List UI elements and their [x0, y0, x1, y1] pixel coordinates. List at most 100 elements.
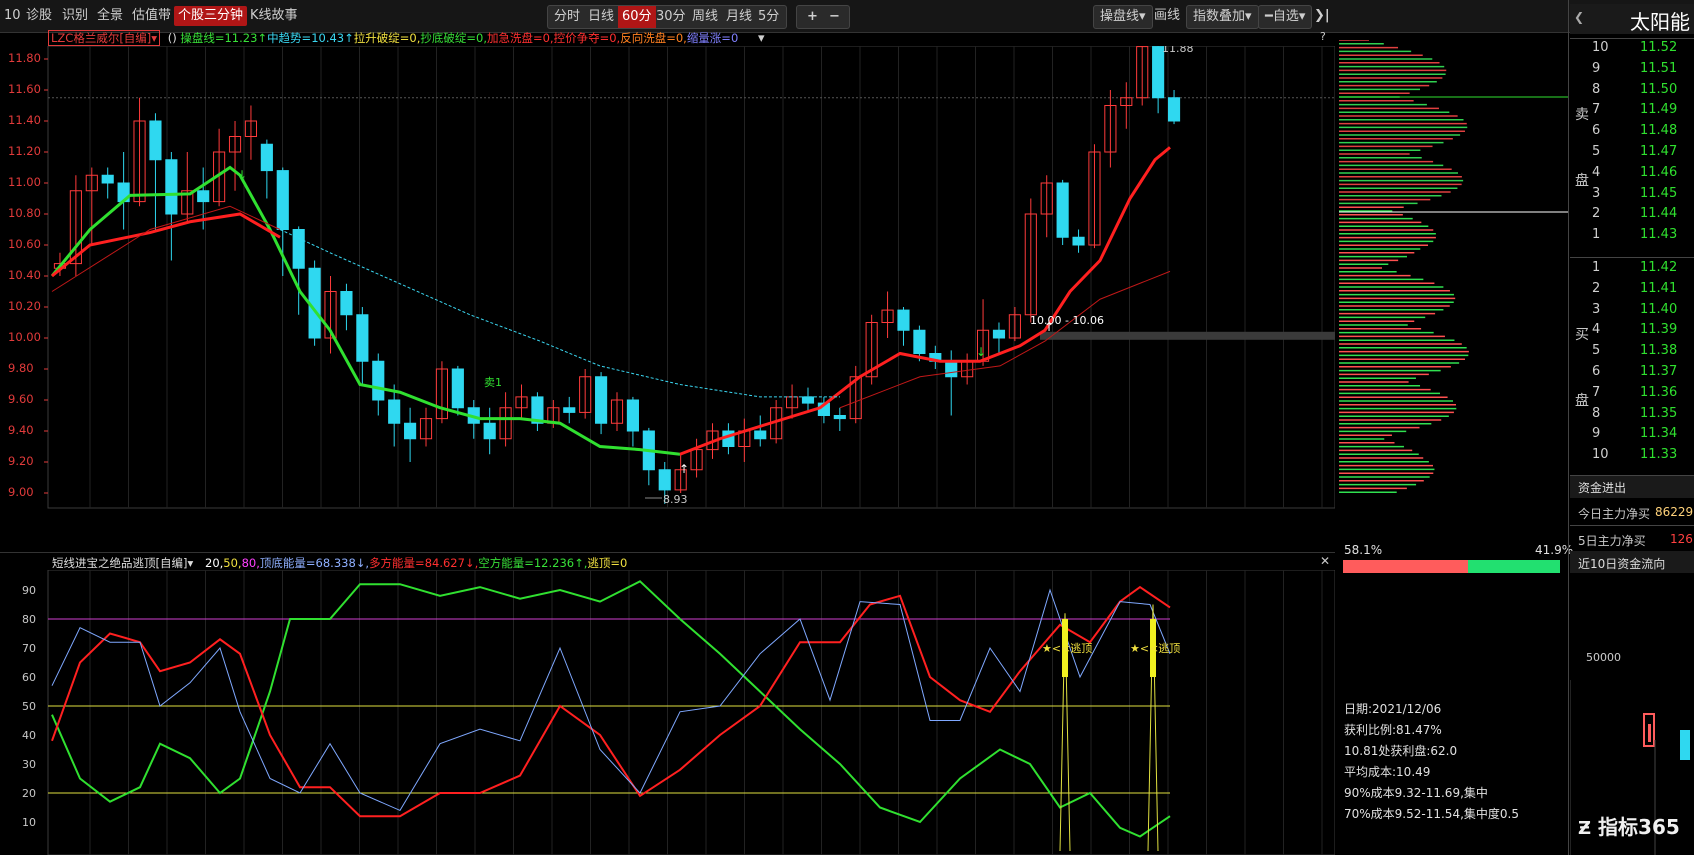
- tb-identify[interactable]: 识别: [58, 6, 92, 26]
- sell-label-2: 盘: [1575, 173, 1589, 189]
- indicator-selector[interactable]: LZC格兰威尔[自编]▾: [48, 30, 161, 46]
- candle-body: [897, 309, 910, 331]
- long-energy-line: [51, 585, 1171, 818]
- ask-row[interactable]: 5 11.47: [1592, 141, 1694, 163]
- sub-tick: 30: [22, 758, 36, 771]
- candle-body: [1167, 97, 1181, 122]
- bid-row[interactable]: 9 11.34: [1592, 423, 1694, 445]
- candles: [53, 46, 1181, 504]
- ask-row[interactable]: 4 11.46: [1592, 162, 1694, 184]
- zoom-in-button[interactable]: +: [803, 6, 822, 28]
- bid-row[interactable]: 2 11.41: [1592, 278, 1694, 300]
- chip-info-line: 10.81处获利盘:62.0: [1344, 744, 1458, 758]
- bid-row[interactable]: 1 11.42: [1592, 257, 1694, 279]
- draw-line-button[interactable]: 画线: [1150, 6, 1184, 26]
- ten-day-title: 近10日资金流向: [1578, 557, 1666, 571]
- ask-row[interactable]: 2 11.44: [1592, 203, 1694, 225]
- level-price: 11.42: [1640, 260, 1678, 275]
- today-main-label: 今日主力净买: [1578, 507, 1651, 521]
- candle-body: [626, 399, 639, 432]
- ask-row[interactable]: 8 11.50: [1592, 79, 1694, 101]
- legend-item-7: 缩量涨=0: [686, 31, 739, 45]
- watchlist-dropdown[interactable]: ━自选▾: [1258, 5, 1313, 29]
- ask-row[interactable]: 3 11.45: [1592, 183, 1694, 205]
- ask-row[interactable]: 7 11.49: [1592, 99, 1694, 121]
- ask-row[interactable]: 10 11.52: [1592, 37, 1694, 59]
- candle-body: [563, 407, 576, 413]
- level-price: 11.47: [1640, 144, 1678, 159]
- period-week[interactable]: 周线: [688, 6, 722, 28]
- price-tick: 11.40: [8, 113, 41, 127]
- candle-body: [595, 376, 608, 424]
- tb-kline-story[interactable]: K线故事: [246, 6, 302, 26]
- collapse-panel-icon[interactable]: ❯|: [1310, 6, 1334, 26]
- five-day-value: 126: [1670, 532, 1693, 546]
- ask-row[interactable]: 9 11.51: [1592, 58, 1694, 80]
- period-30min[interactable]: 30分: [652, 6, 690, 28]
- watermark-text: 指标365: [1598, 815, 1680, 839]
- bid-row[interactable]: 8 11.35: [1592, 403, 1694, 425]
- chip-distribution: [1339, 40, 1569, 493]
- stock-name: 太阳能: [1630, 10, 1690, 34]
- tb-item-0[interactable]: 10: [0, 6, 25, 26]
- fund-header: 资金进出: [1570, 476, 1694, 498]
- level-price: 11.35: [1640, 405, 1678, 421]
- high-label: 11.88: [1162, 46, 1194, 55]
- tb-panorama[interactable]: 全景: [93, 6, 127, 26]
- level-num: 5: [1592, 144, 1601, 159]
- price-tick: 9.20: [8, 454, 34, 468]
- sub-tick: 80: [22, 613, 36, 626]
- close-sub-icon[interactable]: ✕: [1320, 554, 1330, 568]
- bid-row[interactable]: 7 11.36: [1592, 382, 1694, 404]
- period-tick[interactable]: 分时: [550, 6, 584, 28]
- level-price: 11.44: [1640, 206, 1678, 222]
- tb-three-minutes[interactable]: 个股三分钟: [174, 6, 248, 26]
- trend-line-red-early: [51, 212, 281, 278]
- bid-row[interactable]: 10 11.33: [1592, 444, 1694, 466]
- sub-legend-item-5: 空方能量=12.236↑,: [478, 556, 588, 570]
- candle-body: [197, 190, 210, 203]
- level-num: 9: [1592, 60, 1601, 76]
- bid-row[interactable]: 4 11.39: [1592, 319, 1694, 341]
- candle-body: [801, 396, 815, 404]
- period-day[interactable]: 日线: [584, 6, 618, 28]
- tb-valuation[interactable]: 估值带: [128, 6, 175, 26]
- index-overlay-dropdown[interactable]: 指数叠加▾: [1186, 5, 1259, 29]
- trend-line-red: [679, 146, 1171, 456]
- bid-row[interactable]: 3 11.40: [1592, 299, 1694, 321]
- candle-body: [483, 422, 496, 440]
- level-num: 4: [1592, 322, 1601, 338]
- bid-row[interactable]: 6 11.37: [1592, 361, 1694, 383]
- ask-row[interactable]: 1 11.43: [1592, 224, 1694, 246]
- level-num: 3: [1592, 185, 1601, 201]
- tb-diagnose[interactable]: 诊股: [22, 6, 56, 26]
- candle-body: [149, 120, 162, 161]
- zoom-out-button[interactable]: −: [825, 6, 844, 28]
- range-band: [1040, 331, 1335, 340]
- candle-body: [1056, 182, 1069, 238]
- level-price: 11.43: [1640, 227, 1678, 243]
- sub-tick: 20: [22, 787, 36, 800]
- escape-label-2: ★<<逃顶: [1130, 642, 1180, 655]
- escape-label-1: ★<<逃顶: [1042, 642, 1092, 655]
- line-style-dropdown[interactable]: 操盘线▾: [1093, 5, 1153, 29]
- panel-divider: [1568, 0, 1569, 855]
- top-toolbar: 10 诊股 识别 全景 估值带 个股三分钟 K线故事 分时 日线 60分 30分…: [0, 0, 1694, 46]
- period-month[interactable]: 月线: [722, 6, 756, 28]
- ask-row[interactable]: 6 11.48: [1592, 120, 1694, 142]
- ten-day-header: 近10日资金流向: [1570, 551, 1694, 573]
- level-num: 2: [1592, 280, 1601, 296]
- back-icon[interactable]: ❮: [1574, 10, 1584, 24]
- level-num: 2: [1592, 206, 1601, 222]
- help-icon[interactable]: ?: [1320, 30, 1326, 43]
- main-price-chart: 11.88 8.93 10.00 - 10.06 卖1 ↓ ↓ ↑ ↑: [44, 46, 1335, 509]
- bid-row[interactable]: 5 11.38: [1592, 340, 1694, 362]
- period-5min[interactable]: 5分▾: [754, 6, 786, 46]
- period-60min[interactable]: 60分: [618, 6, 656, 28]
- up-arrow-icon: ↑: [1044, 320, 1054, 334]
- sub-legend-item-6: 逃顶=0: [587, 556, 628, 570]
- sub-indicator-selector[interactable]: 短线进宝之绝品逃顶[自编]▾: [52, 555, 193, 571]
- today-main-value: 86229.: [1655, 505, 1694, 519]
- down-arrow-icon: ↓: [237, 168, 247, 182]
- sub-oscillator-chart: 90 80 70 60 50 40 30 20 10 ★<<逃顶 ★<<逃顶: [22, 570, 1335, 855]
